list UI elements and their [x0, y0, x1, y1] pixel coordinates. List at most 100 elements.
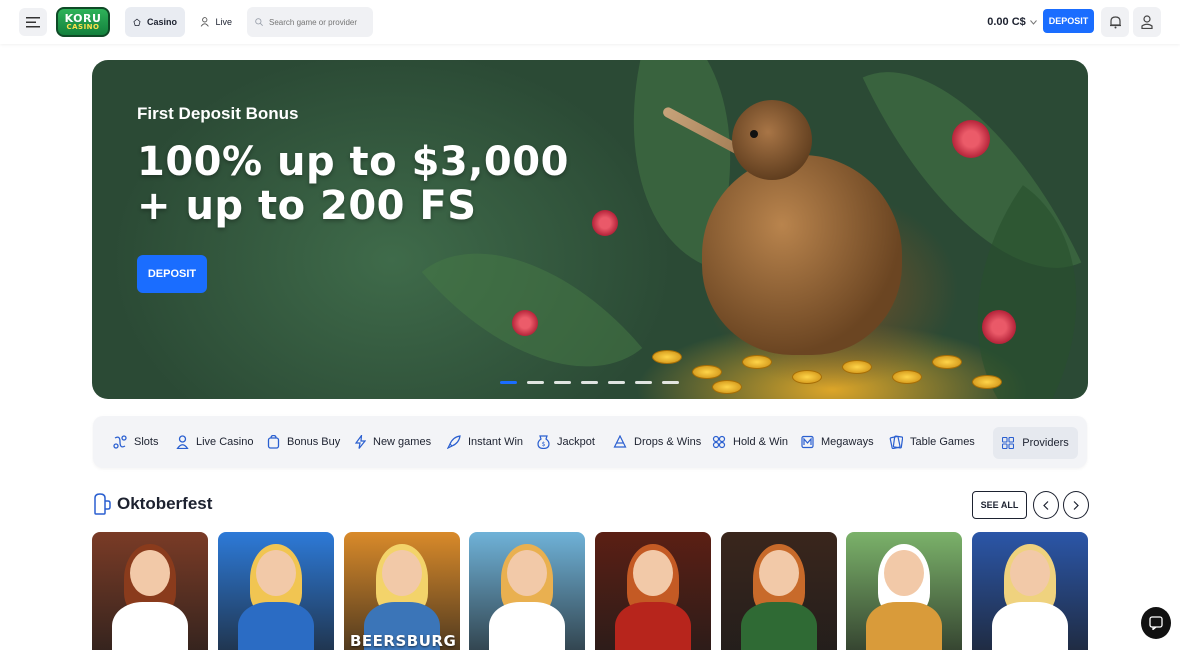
user-menu-button[interactable] [1133, 7, 1161, 37]
slots-icon [113, 435, 127, 449]
game-tile[interactable] [469, 532, 585, 650]
category-label: Instant Win [468, 436, 524, 448]
prev-button[interactable] [1033, 491, 1059, 519]
flower-decoration [592, 210, 618, 236]
promo-banner[interactable]: First Deposit Bonus 100% up to $3,000 + … [92, 60, 1088, 399]
coin-decoration [892, 370, 922, 384]
game-tile-art [884, 550, 924, 596]
kiwi-eye [750, 130, 758, 138]
coin-decoration [692, 365, 722, 379]
category-bonus-buy[interactable]: Bonus Buy [267, 432, 340, 452]
section-title: Oktoberfest [117, 494, 213, 513]
category-drops-wins[interactable]: Drops & Wins [613, 432, 701, 452]
category-label: New games [373, 436, 432, 448]
carousel-dot-5[interactable] [608, 381, 625, 384]
tab-casino[interactable]: Casino [125, 7, 185, 37]
game-tile-art [256, 550, 296, 596]
kiwi-head [732, 100, 812, 180]
flower-decoration [952, 120, 990, 158]
svg-text:$: $ [542, 441, 546, 448]
category-hold-win[interactable]: Hold & Win [712, 432, 788, 452]
category-label: Hold & Win [733, 436, 789, 448]
category-new-games[interactable]: New games [355, 432, 431, 452]
game-tile-art [759, 550, 799, 596]
coin-decoration [652, 350, 682, 364]
category-label: Bonus Buy [287, 436, 341, 448]
rocket-icon [447, 435, 461, 449]
game-tile-art [992, 602, 1068, 650]
carousel-dot-6[interactable] [635, 381, 652, 384]
carousel-dot-7[interactable] [662, 381, 679, 384]
casino-icon [133, 18, 141, 26]
carousel-indicators [500, 381, 679, 384]
category-table-games[interactable]: Table Games [889, 432, 975, 452]
search-input[interactable] [269, 17, 365, 27]
live-dealer-icon [200, 17, 209, 27]
search-box[interactable] [247, 7, 373, 37]
chat-button[interactable] [1141, 607, 1171, 639]
chevron-down-icon [1029, 19, 1037, 25]
game-tile[interactable] [595, 532, 711, 650]
game-tile-art [615, 602, 691, 650]
bonus-buy-icon [267, 435, 280, 449]
carousel-dot-3[interactable] [554, 381, 571, 384]
megaways-icon [801, 435, 814, 449]
game-tile-art [238, 602, 314, 650]
live-casino-icon [176, 435, 189, 449]
balance-value: 0.00 C$ [987, 16, 1026, 28]
coin-decoration [972, 375, 1002, 389]
banner-title-line-2: + up to 200 FS [137, 183, 477, 229]
providers-label: Providers [1022, 437, 1069, 449]
balance-dropdown[interactable]: 0.00 C$ [985, 7, 1039, 37]
chevron-right-icon [1073, 500, 1079, 510]
tab-live[interactable]: Live [192, 7, 240, 37]
logo[interactable]: KORU CASINO [56, 7, 110, 37]
carousel-dot-1[interactable] [500, 381, 517, 384]
deposit-button[interactable]: DEPOSIT [1043, 9, 1094, 33]
chat-icon [1149, 616, 1163, 630]
category-megaways[interactable]: Megaways [801, 432, 874, 452]
game-tile-art [507, 550, 547, 596]
lightning-icon [355, 435, 366, 449]
table-games-icon [889, 435, 903, 449]
flower-decoration [512, 310, 538, 336]
carousel-dot-2[interactable] [527, 381, 544, 384]
user-icon [1141, 15, 1153, 29]
banner-title-line-1: 100% up to $3,000 [137, 139, 569, 185]
game-tile[interactable] [721, 532, 837, 650]
coin-decoration [932, 355, 962, 369]
category-instant-win[interactable]: Instant Win [447, 432, 523, 452]
carousel-dot-4[interactable] [581, 381, 598, 384]
kiwi-bird [702, 155, 902, 355]
banner-title: 100% up to $3,000 + up to 200 FS [137, 140, 569, 228]
notifications-button[interactable] [1101, 7, 1129, 37]
coin-decoration [792, 370, 822, 384]
logo-line-2: CASINO [66, 23, 100, 31]
game-tile[interactable] [846, 532, 962, 650]
search-icon [255, 18, 263, 26]
game-tile-art [112, 602, 188, 650]
game-tile-art [741, 602, 817, 650]
coin-decoration [742, 355, 772, 369]
category-label: Megaways [821, 436, 874, 448]
providers-button[interactable]: Providers [993, 427, 1078, 459]
category-live-casino[interactable]: Live Casino [176, 432, 253, 452]
drops-wins-icon [613, 435, 627, 448]
category-label: Live Casino [196, 436, 254, 448]
banner-deposit-button[interactable]: DEPOSIT [137, 255, 207, 293]
game-tile[interactable] [92, 532, 208, 650]
game-tile[interactable]: BEERSBURG [344, 532, 460, 650]
category-slots[interactable]: Slots [113, 432, 158, 452]
game-tile[interactable] [218, 532, 334, 650]
jackpot-icon: $ [537, 435, 550, 449]
game-tile-art [382, 550, 422, 596]
menu-button[interactable] [19, 8, 47, 36]
next-button[interactable] [1063, 491, 1089, 519]
see-all-button[interactable]: SEE ALL [972, 491, 1027, 519]
game-tile-art [1010, 550, 1050, 596]
tab-live-label: Live [215, 17, 232, 27]
game-tile-title: BEERSBURG [350, 632, 457, 650]
category-label: Table Games [910, 436, 975, 448]
category-jackpot[interactable]: $ Jackpot [537, 432, 595, 452]
game-tile[interactable] [972, 532, 1088, 650]
